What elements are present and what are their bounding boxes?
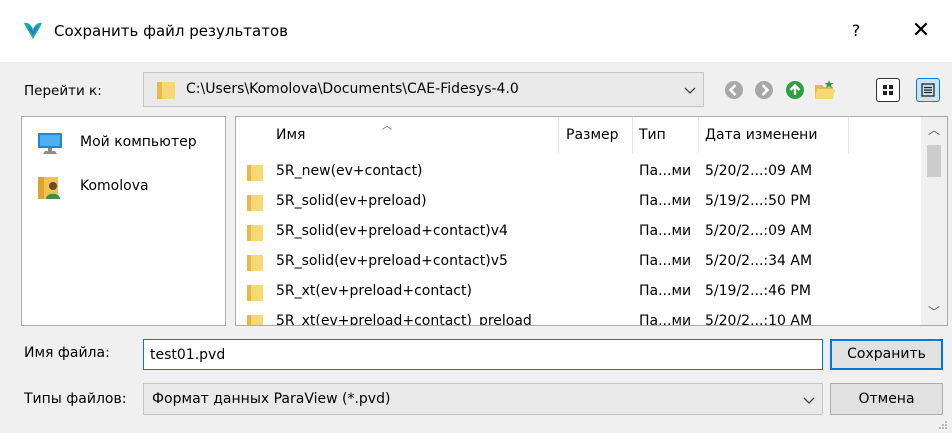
file-name: 5R_new(ev+contact) [276, 163, 423, 179]
file-date: 5/20/2...:09 AM [705, 163, 813, 179]
file-list[interactable]: ︿ Имя Размер Тип Дата изменени 5R_new(ev… [235, 116, 948, 326]
chevron-down-icon [803, 397, 815, 404]
title-bar: Сохранить файл результатов ? ✕ [0, 0, 952, 62]
place-label: Мой компьютер [80, 134, 197, 150]
file-type: Па...ми [639, 313, 692, 326]
filetype-value: Формат данных ParaView (*.pvd) [152, 391, 391, 407]
file-type: Па...ми [639, 223, 692, 239]
close-button[interactable]: ✕ [906, 16, 936, 46]
scroll-thumb[interactable] [927, 145, 941, 177]
column-separator[interactable] [848, 117, 849, 153]
file-type: Па...ми [639, 193, 692, 209]
sort-ascending-icon: ︿ [382, 121, 392, 132]
detail-view-button[interactable] [876, 78, 900, 102]
filename-input[interactable] [143, 339, 823, 370]
file-date: 5/19/2...:46 PM [705, 283, 811, 299]
file-name: 5R_xt(ev+preload+contact) [276, 283, 472, 299]
list-view-button[interactable] [916, 78, 940, 102]
help-button[interactable]: ? [842, 18, 870, 44]
folder-icon [247, 255, 263, 271]
goto-label: Перейти к: [24, 83, 102, 99]
path-combobox[interactable]: C:\Users\Komolova\Documents\CAE-Fidesys-… [143, 72, 704, 107]
table-row[interactable]: 5R_xt(ev+preload+contact)_preload Па...м… [236, 309, 916, 326]
back-icon[interactable] [723, 79, 745, 101]
folder-icon [247, 195, 263, 211]
file-type: Па...ми [639, 253, 692, 269]
place-label: Komolova [80, 178, 149, 194]
resize-grip-icon[interactable] [936, 418, 948, 430]
parent-directory-icon[interactable] [784, 79, 806, 101]
place-item-computer[interactable]: Мой компьютер [22, 125, 225, 159]
file-name: 5R_solid(ev+preload+contact)v5 [276, 253, 508, 269]
file-name: 5R_solid(ev+preload) [276, 193, 427, 209]
column-separator[interactable] [558, 117, 559, 153]
table-row[interactable]: 5R_new(ev+contact) Па...ми 5/20/2...:09 … [236, 159, 916, 187]
file-date: 5/19/2...:50 PM [705, 193, 811, 209]
column-header-type[interactable]: Тип [639, 127, 666, 143]
place-item-user[interactable]: Komolova [22, 169, 225, 203]
table-row[interactable]: 5R_xt(ev+preload+contact) Па...ми 5/19/2… [236, 279, 916, 307]
fidesys-logo-icon [24, 22, 42, 39]
filename-label: Имя файла: [24, 345, 110, 361]
forward-icon[interactable] [753, 79, 775, 101]
folder-icon [247, 225, 263, 241]
scroll-up-icon[interactable]: ︿ [921, 119, 947, 141]
computer-icon [38, 133, 62, 154]
filetype-label: Типы файлов: [24, 391, 127, 407]
filetype-combobox[interactable]: Формат данных ParaView (*.pvd) [143, 383, 823, 415]
file-date: 5/20/2...:09 AM [705, 223, 813, 239]
table-row[interactable]: 5R_solid(ev+preload+contact)v5 Па...ми 5… [236, 249, 916, 277]
table-row[interactable]: 5R_solid(ev+preload+contact)v4 Па...ми 5… [236, 219, 916, 247]
window-title: Сохранить файл результатов [54, 22, 288, 40]
file-name: 5R_xt(ev+preload+contact)_preload [276, 313, 532, 326]
column-separator[interactable] [632, 117, 633, 153]
column-separator[interactable] [698, 117, 699, 153]
new-folder-icon[interactable] [814, 79, 836, 101]
table-row[interactable]: 5R_solid(ev+preload) Па...ми 5/19/2...:5… [236, 189, 916, 217]
chevron-down-icon [684, 87, 696, 94]
column-header-size[interactable]: Размер [566, 127, 619, 143]
file-type: Па...ми [639, 283, 692, 299]
column-header-date[interactable]: Дата изменени [705, 127, 817, 143]
folder-icon [247, 165, 263, 181]
file-date: 5/20/2...:10 AM [705, 313, 813, 326]
grid-view-icon [883, 85, 893, 95]
cancel-button[interactable]: Отмена [830, 383, 943, 415]
path-text: C:\Users\Komolova\Documents\CAE-Fidesys-… [186, 81, 519, 97]
places-sidebar: Мой компьютер Komolova [21, 116, 226, 326]
column-header-name[interactable]: Имя [276, 127, 305, 143]
vertical-scrollbar[interactable]: ︿ ﹀ [921, 117, 947, 325]
user-folder-icon [38, 177, 60, 199]
file-type: Па...ми [639, 163, 692, 179]
folder-icon [247, 285, 263, 301]
save-button[interactable]: Сохранить [830, 339, 943, 370]
folder-icon [157, 82, 175, 99]
list-view-icon [921, 83, 935, 97]
file-date: 5/20/2...:34 AM [705, 253, 813, 269]
file-name: 5R_solid(ev+preload+contact)v4 [276, 223, 508, 239]
scroll-down-icon[interactable]: ﹀ [921, 301, 947, 323]
folder-icon [247, 315, 263, 325]
